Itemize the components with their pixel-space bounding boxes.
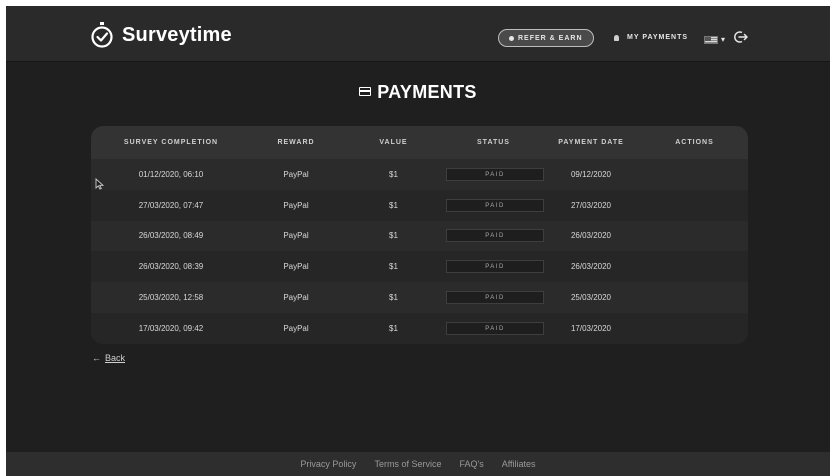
cell-reward: PayPal — [283, 293, 309, 303]
cell-reward: PayPal — [283, 200, 309, 210]
status-badge: PAID — [446, 229, 544, 243]
cell-value: $1 — [389, 323, 398, 333]
cell-status: PAID — [446, 198, 544, 212]
cell-status: PAID — [446, 291, 544, 305]
table-row: 26/03/2020, 08:39 PayPal $1 PAID 26/03/2… — [91, 251, 748, 283]
footer-link-faqs[interactable]: FAQ's — [459, 459, 483, 469]
cell-status: PAID — [446, 167, 544, 181]
cell-reward: PayPal — [283, 231, 309, 241]
cell-value: $1 — [389, 293, 398, 303]
cell-status: PAID — [446, 321, 544, 335]
footer-link-privacy-policy[interactable]: Privacy Policy — [300, 459, 356, 469]
cell-reward: PayPal — [283, 169, 309, 179]
cell-status: PAID — [446, 229, 544, 243]
app-window: Surveytime REFER & EARN MY PAYMENTS ▾ PA… — [6, 6, 830, 476]
cell-reward: PayPal — [283, 323, 309, 333]
us-flag-icon[interactable] — [704, 36, 718, 44]
status-badge: PAID — [446, 198, 544, 212]
column-header-payment-date: PAYMENT DATE — [558, 139, 624, 146]
footer-link-terms-of-service[interactable]: Terms of Service — [374, 459, 441, 469]
column-header-value: VALUE — [379, 139, 408, 146]
dot-icon — [509, 35, 514, 41]
cell-payment-date: 17/03/2020 — [570, 323, 612, 333]
status-badge: PAID — [446, 167, 544, 181]
card-icon — [359, 87, 372, 96]
cell-value: $1 — [389, 262, 398, 272]
status-badge: PAID — [446, 260, 544, 274]
cell-payment-date: 26/03/2020 — [570, 231, 612, 241]
top-navigation-bar: Surveytime REFER & EARN MY PAYMENTS ▾ — [6, 6, 830, 62]
stopwatch-check-icon — [91, 22, 113, 48]
table-row: 01/12/2020, 06:10 PayPal $1 PAID 09/12/2… — [91, 159, 748, 190]
column-header-reward: REWARD — [277, 139, 315, 146]
table-row: 27/03/2020, 07:47 PayPal $1 PAID 27/03/2… — [91, 189, 748, 221]
table-row: 25/03/2020, 12:58 PayPal $1 PAID 25/03/2… — [91, 282, 748, 313]
status-badge: PAID — [446, 291, 544, 305]
chevron-down-icon[interactable]: ▾ — [721, 35, 725, 44]
my-payments-label: MY PAYMENTS — [627, 34, 689, 41]
cell-payment-date: 27/03/2020 — [570, 200, 612, 210]
footer-link-affiliates[interactable]: Affiliates — [502, 459, 536, 469]
my-payments-link[interactable]: MY PAYMENTS — [614, 34, 688, 41]
table-row: 26/03/2020, 08:49 PayPal $1 PAID 26/03/2… — [91, 220, 748, 252]
cell-completion: 17/03/2020, 09:42 — [138, 323, 204, 333]
cell-value: $1 — [389, 200, 398, 210]
cell-completion: 26/03/2020, 08:49 — [138, 231, 204, 241]
brand-name: Surveytime — [122, 23, 232, 46]
cell-payment-date: 25/03/2020 — [570, 293, 612, 303]
brand-logo[interactable]: Surveytime — [90, 22, 232, 48]
refer-and-earn-label: REFER & EARN — [518, 34, 583, 42]
cell-payment-date: 09/12/2020 — [570, 169, 612, 179]
status-badge: PAID — [446, 321, 544, 335]
cell-completion: 27/03/2020, 07:47 — [138, 200, 204, 210]
arrow-left-icon: ← — [92, 353, 101, 363]
column-header-actions: ACTIONS — [675, 139, 714, 146]
payments-table: SURVEY COMPLETION REWARD VALUE STATUS PA… — [91, 126, 748, 344]
refer-and-earn-button[interactable]: REFER & EARN — [498, 29, 594, 47]
cell-reward: PayPal — [283, 262, 309, 272]
bell-icon — [614, 34, 619, 41]
footer: Privacy Policy Terms of Service FAQ's Af… — [6, 452, 830, 476]
logout-icon[interactable] — [734, 30, 748, 44]
column-header-status: STATUS — [477, 139, 510, 146]
cell-payment-date: 26/03/2020 — [570, 262, 612, 272]
page-title: PAYMENTS — [6, 82, 830, 103]
cell-completion: 25/03/2020, 12:58 — [138, 293, 204, 303]
table-header: SURVEY COMPLETION REWARD VALUE STATUS PA… — [91, 126, 748, 159]
back-label: Back — [105, 353, 126, 363]
table-body: 01/12/2020, 06:10 PayPal $1 PAID 09/12/2… — [91, 159, 748, 344]
column-header-survey-completion: SURVEY COMPLETION — [123, 139, 219, 146]
back-link[interactable]: ← Back — [92, 353, 125, 363]
cell-value: $1 — [389, 169, 398, 179]
table-row: 17/03/2020, 09:42 PayPal $1 PAID 17/03/2… — [91, 312, 748, 344]
cell-completion: 26/03/2020, 08:39 — [138, 262, 204, 272]
mouse-cursor-icon — [95, 178, 104, 190]
cell-value: $1 — [389, 231, 398, 241]
cell-completion: 01/12/2020, 06:10 — [138, 169, 204, 179]
page-title-text: PAYMENTS — [377, 82, 477, 102]
cell-status: PAID — [446, 260, 544, 274]
